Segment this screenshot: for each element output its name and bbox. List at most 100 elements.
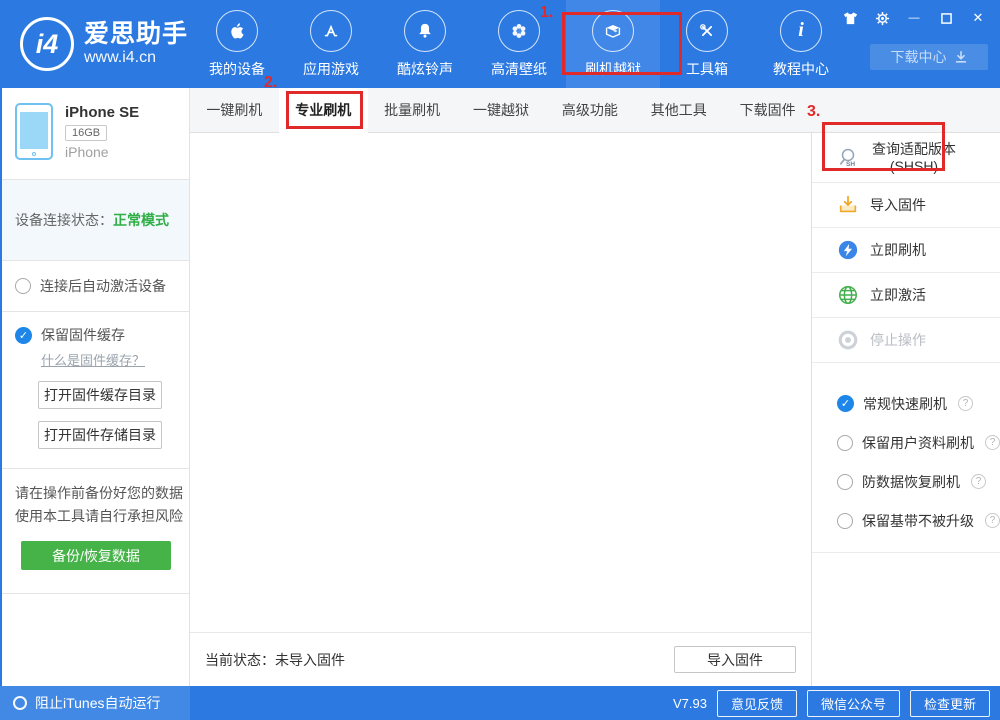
- activate-now-action[interactable]: 立即激活: [812, 273, 1000, 318]
- wallpaper-icon: [498, 9, 540, 52]
- download-center-label: 下载中心: [890, 49, 947, 65]
- check-update-button[interactable]: 检查更新: [909, 689, 990, 717]
- tab-pro-flash[interactable]: 专业刷机: [278, 88, 368, 133]
- device-name: iPhone SE: [65, 104, 140, 121]
- nav-flash-jailbreak[interactable]: 刷机越狱: [566, 0, 660, 88]
- help-icon[interactable]: ?: [985, 513, 1000, 528]
- import-firmware-label: 导入固件: [870, 197, 926, 213]
- shsh-label-line2: (SHSH): [889, 157, 939, 174]
- help-icon[interactable]: ?: [985, 435, 1000, 450]
- shsh-label-line1: 查询适配版本: [872, 140, 956, 157]
- device-capacity-badge: 16GB: [65, 125, 108, 141]
- shsh-magnifier-icon: SH: [839, 148, 855, 168]
- app-url: www.i4.cn: [84, 48, 157, 66]
- activate-now-label: 立即激活: [870, 287, 926, 303]
- app-version: V7.93: [672, 695, 707, 711]
- nav-label: 酷炫铃声: [397, 60, 453, 77]
- wechat-button[interactable]: 微信公众号: [806, 689, 900, 717]
- auto-activate-label: 连接后自动激活设备: [40, 278, 166, 294]
- firmware-list-empty-area: [190, 133, 811, 632]
- flash-bolt-icon: [838, 240, 858, 260]
- window-controls: — ✕: [842, 10, 986, 26]
- firmware-status-text: 当前状态：未导入固件: [205, 651, 345, 668]
- jailbreak-box-icon: [592, 9, 634, 52]
- nav-tutorials[interactable]: i 教程中心: [754, 0, 848, 88]
- svg-text:SH: SH: [846, 161, 855, 168]
- help-icon[interactable]: ?: [958, 396, 973, 411]
- nav-my-device[interactable]: 我的设备: [190, 0, 284, 88]
- info-icon: i: [780, 9, 822, 52]
- what-is-cache-link[interactable]: 什么是固件缓存？: [41, 350, 189, 369]
- block-itunes-radio[interactable]: [13, 696, 27, 710]
- keep-cache-checkbox[interactable]: ✓: [15, 326, 32, 344]
- device-info: iPhone SE 16GB iPhone: [2, 88, 189, 179]
- keep-cache-label: 保留固件缓存: [41, 327, 125, 343]
- option-radio[interactable]: [837, 473, 853, 490]
- option-keep-user-data[interactable]: 保留用户资料刷机 ?: [837, 423, 1000, 462]
- activate-globe-icon: [839, 286, 857, 304]
- import-firmware-action[interactable]: 导入固件: [812, 183, 1000, 228]
- connection-status-label: 设备连接状态：: [15, 212, 113, 228]
- firmware-status-bar: 当前状态：未导入固件 导入固件: [190, 632, 811, 686]
- tab-advanced[interactable]: 高级功能: [545, 88, 634, 132]
- maximize-icon[interactable]: [938, 10, 954, 26]
- download-center-button[interactable]: 下载中心: [870, 44, 988, 70]
- option-radio[interactable]: [837, 434, 853, 451]
- main-nav: 我的设备 应用游戏 酷炫铃声 高清壁纸 刷机越狱 工具箱 i 教程中心: [190, 0, 848, 88]
- tab-batch-flash[interactable]: 批量刷机: [368, 88, 457, 132]
- settings-gear-icon[interactable]: [874, 10, 890, 26]
- open-cache-dir-button[interactable]: 打开固件缓存目录: [38, 381, 162, 409]
- option-normal-fast-flash[interactable]: ✓ 常规快速刷机 ?: [837, 384, 1000, 423]
- nav-label: 刷机越狱: [585, 60, 641, 77]
- warning-line-1: 请在操作前备份好您的数据: [15, 485, 183, 501]
- import-firmware-button[interactable]: 导入固件: [674, 646, 796, 673]
- option-radio[interactable]: [837, 512, 853, 529]
- feedback-button[interactable]: 意见反馈: [716, 689, 797, 717]
- flash-tabbar: 一键刷机 专业刷机 批量刷机 一键越狱 高级功能 其他工具 下载固件: [190, 88, 1000, 133]
- option-anti-data-recovery[interactable]: 防数据恢复刷机 ?: [837, 462, 1000, 501]
- nav-wallpapers[interactable]: 高清壁纸: [472, 0, 566, 88]
- option-keep-baseband[interactable]: 保留基带不被升级 ?: [837, 501, 1000, 540]
- apple-icon: [216, 9, 258, 52]
- tab-one-key-flash[interactable]: 一键刷机: [190, 88, 279, 132]
- option-radio-checked[interactable]: ✓: [837, 395, 854, 412]
- query-shsh-action[interactable]: SH 查询适配版本 (SHSH): [812, 133, 1000, 183]
- app-title: 爱思助手: [84, 20, 189, 49]
- firmware-cache-section: ✓ 保留固件缓存 什么是固件缓存？ 打开固件缓存目录 打开固件存储目录: [2, 312, 189, 469]
- tab-other-tools[interactable]: 其他工具: [634, 88, 723, 132]
- block-itunes-option[interactable]: 阻止iTunes自动运行: [0, 686, 190, 720]
- help-icon[interactable]: ?: [971, 474, 986, 489]
- toolbox-icon: [686, 9, 728, 52]
- header: i4 爱思助手 www.i4.cn 我的设备 应用游戏 酷炫铃声 高清壁纸 刷机…: [0, 0, 1000, 88]
- flash-options: ✓ 常规快速刷机 ? 保留用户资料刷机 ? 防数据恢复刷机 ? 保留基带不被升级…: [812, 363, 1000, 553]
- nav-ringtones[interactable]: 酷炫铃声: [378, 0, 472, 88]
- option-label: 保留用户资料刷机: [862, 434, 974, 451]
- theme-skin-icon[interactable]: [842, 10, 858, 26]
- actions-empty-area: [812, 553, 1000, 686]
- nav-apps-games[interactable]: 应用游戏: [284, 0, 378, 88]
- nav-label: 高清壁纸: [491, 60, 547, 77]
- stop-operation-action: 停止操作: [812, 318, 1000, 363]
- close-icon[interactable]: ✕: [970, 10, 986, 26]
- stop-icon: [838, 330, 858, 350]
- option-label: 常规快速刷机: [863, 395, 947, 412]
- auto-activate-radio[interactable]: [15, 278, 31, 294]
- device-sidebar: iPhone SE 16GB iPhone 设备连接状态： 正常模式 连接后自动…: [0, 88, 190, 686]
- auto-activate-option[interactable]: 连接后自动激活设备: [2, 261, 189, 312]
- backup-restore-button[interactable]: 备份/恢复数据: [21, 541, 171, 570]
- option-label: 防数据恢复刷机: [862, 473, 960, 490]
- flash-now-label: 立即刷机: [870, 242, 926, 258]
- device-model: iPhone: [65, 144, 109, 160]
- iphone-icon: [15, 103, 53, 160]
- nav-toolbox[interactable]: 工具箱: [660, 0, 754, 88]
- stop-operation-label: 停止操作: [870, 332, 926, 348]
- open-storage-dir-button[interactable]: 打开固件存储目录: [38, 421, 162, 449]
- connection-status: 设备连接状态： 正常模式: [2, 179, 189, 261]
- option-label: 保留基带不被升级: [862, 512, 974, 529]
- minimize-icon[interactable]: —: [906, 10, 922, 26]
- app-window: i4 爱思助手 www.i4.cn 我的设备 应用游戏 酷炫铃声 高清壁纸 刷机…: [0, 0, 1000, 720]
- flash-now-action[interactable]: 立即刷机: [812, 228, 1000, 273]
- tab-one-key-jailbreak[interactable]: 一键越狱: [457, 88, 546, 132]
- main-content: 当前状态：未导入固件 导入固件: [190, 133, 812, 686]
- tab-download-firmware[interactable]: 下载固件: [723, 88, 812, 132]
